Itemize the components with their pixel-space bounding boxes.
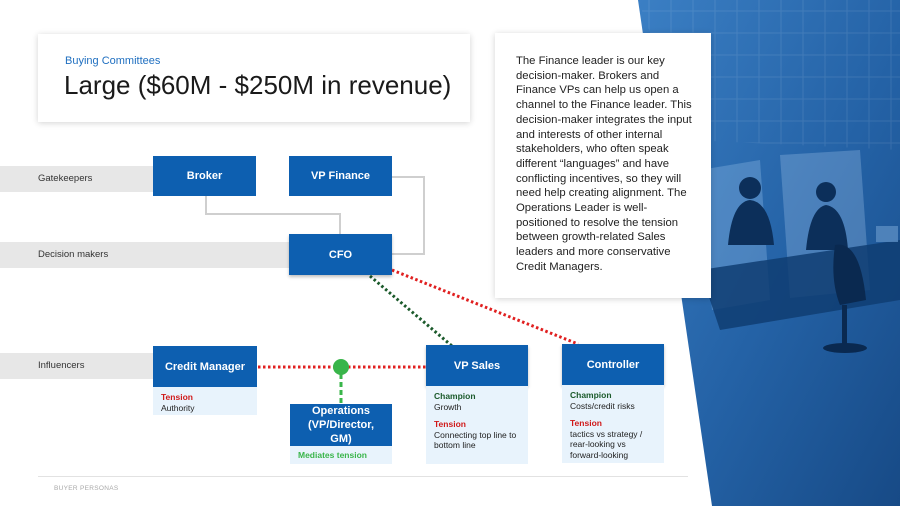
footer-divider <box>38 476 688 477</box>
vp-sales-champion-label: Champion <box>434 391 476 401</box>
node-credit-manager: Credit Manager <box>153 346 257 387</box>
credit-manager-tension-label: Tension <box>161 392 193 402</box>
vp-sales-champion-text: Growth <box>434 401 462 412</box>
mediation-point <box>333 359 349 375</box>
info-vp-sales: Champion Growth Tension Connecting top l… <box>426 386 528 464</box>
info-credit-manager: Tension Authority <box>153 387 257 415</box>
controller-tension-text: tactics vs strategy / rear-looking vs fo… <box>570 428 643 460</box>
node-controller: Controller <box>562 344 664 385</box>
connector-cfo-controller <box>391 268 579 346</box>
connector-cfo-vpsales <box>369 274 453 348</box>
node-vp-finance: VP Finance <box>289 156 392 196</box>
connector-broker-cfo <box>205 196 341 234</box>
controller-tension-label: Tension <box>570 418 602 428</box>
footer-label: BUYER PERSONAS <box>54 485 119 492</box>
node-operations: Operations (VP/Director, GM) <box>290 404 392 446</box>
operations-mediates-label: Mediates tension <box>298 450 367 460</box>
info-operations: Mediates tension <box>290 446 392 464</box>
info-controller: Champion Costs/credit risks Tension tact… <box>562 385 664 463</box>
controller-champion-label: Champion <box>570 390 612 400</box>
vp-sales-tension-label: Tension <box>434 419 466 429</box>
credit-manager-tension-text: Authority <box>161 402 195 413</box>
node-vp-sales: VP Sales <box>426 345 528 386</box>
node-cfo: CFO <box>289 234 392 275</box>
controller-champion-text: Costs/credit risks <box>570 400 635 411</box>
vp-sales-tension-text: Connecting top line to bottom line <box>434 429 517 451</box>
node-broker: Broker <box>153 156 256 196</box>
connector-vpfinance-cfo <box>391 176 425 255</box>
